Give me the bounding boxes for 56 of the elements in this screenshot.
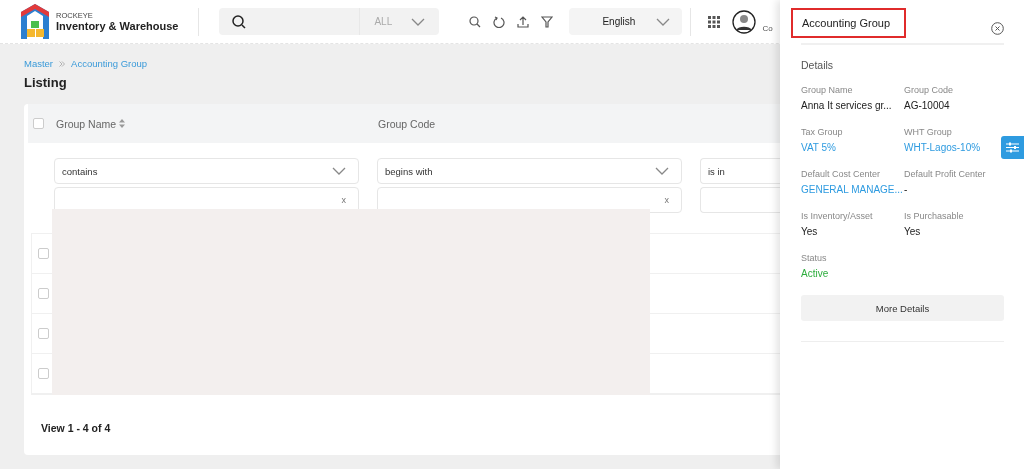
field-value: Anna It services gr... [801, 100, 892, 111]
sliders-icon [1006, 142, 1019, 153]
column-header[interactable]: Group Code [378, 117, 436, 130]
refresh-icon[interactable] [493, 15, 506, 28]
field-label: Group Code [904, 85, 955, 95]
panel-title: Accounting Group [791, 8, 906, 38]
breadcrumb-separator-icon [59, 60, 66, 67]
page-title: Listing [24, 75, 67, 90]
app-name: Inventory & Warehouse [56, 20, 179, 32]
pagination-summary: View 1 - 4 of 4 [41, 422, 112, 434]
field-label: Tax Group [801, 127, 844, 137]
row-checkbox[interactable] [38, 328, 49, 339]
clear-button[interactable]: x [341, 195, 346, 205]
sort-icon[interactable] [119, 119, 126, 128]
language-dropdown[interactable]: English [569, 8, 683, 35]
search-icon [232, 14, 247, 29]
field-value: Active [801, 268, 829, 279]
more-details-button[interactable]: More Details [801, 295, 1004, 321]
chevron-down-icon [655, 167, 669, 175]
field-value[interactable]: GENERAL MANAGE... [801, 184, 903, 195]
chevron-down-icon [411, 17, 426, 26]
field-value[interactable]: WHT-Lagos-10% [904, 142, 981, 153]
filter-icon[interactable] [541, 15, 554, 28]
chevron-down-icon [332, 167, 346, 175]
upload-icon[interactable] [517, 15, 530, 28]
select-all-checkbox[interactable] [33, 118, 44, 129]
column-header[interactable]: Group Name [56, 117, 117, 130]
row-checkbox[interactable] [38, 368, 49, 379]
section-heading: Details [801, 59, 835, 71]
field-label: WHT Group [904, 127, 953, 137]
filter-settings-button[interactable] [1001, 136, 1024, 159]
operator-dropdown[interactable]: begins with [377, 158, 682, 184]
row-checkbox[interactable] [38, 288, 49, 299]
field-label: Status [801, 253, 828, 263]
field-value: Yes [904, 226, 921, 237]
avatar-icon[interactable] [732, 9, 757, 34]
breadcrumb-link[interactable]: Master [24, 58, 54, 69]
field-label: Is Inventory/Asset [801, 211, 874, 221]
field-value: Yes [801, 226, 818, 237]
clear-button[interactable]: x [664, 195, 669, 205]
apps-grid-icon[interactable] [708, 15, 721, 28]
search-icon[interactable] [469, 15, 482, 28]
chevron-down-icon [656, 17, 671, 26]
breadcrumb-link[interactable]: Accounting Group [71, 58, 148, 69]
row-checkbox[interactable] [38, 248, 49, 259]
logo-icon [20, 3, 50, 40]
field-value: - [904, 184, 908, 195]
field-value[interactable]: VAT 5% [801, 142, 836, 153]
field-label: Group Name [801, 85, 854, 95]
user-name[interactable]: Co [762, 24, 773, 33]
operator-dropdown[interactable]: contains [54, 158, 359, 184]
close-icon[interactable] [991, 21, 1004, 35]
field-label: Default Cost Center [801, 169, 882, 179]
field-label: Default Profit Center [904, 169, 987, 179]
field-label: Is Purchasable [904, 211, 965, 221]
field-value: AG-10004 [904, 100, 950, 111]
